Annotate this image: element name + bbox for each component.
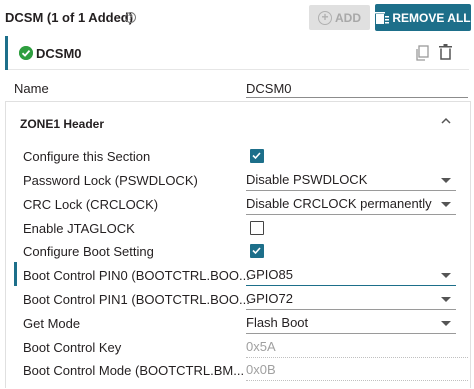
section-title: ZONE1 Header: [20, 117, 105, 131]
boot-pin1-value: GPIO72: [246, 291, 293, 306]
get-mode-label: Get Mode: [23, 316, 81, 331]
boot-pin0-label: Boot Control PIN0 (BOOTCTRL.BOO...: [23, 268, 250, 283]
boot-pin1-select[interactable]: GPIO72: [246, 290, 456, 310]
password-lock-label: Password Lock (PSWDLOCK): [23, 173, 198, 188]
module-header: DCSM (1 of 1 Added) ? + ADD REMOVE ALL: [0, 0, 474, 36]
selection-indicator: [5, 36, 8, 70]
copy-icon[interactable]: [415, 45, 429, 61]
boot-control-key-label: Boot Control Key: [23, 340, 122, 355]
crc-lock-select[interactable]: Disable CRCLOCK permanently: [246, 195, 456, 215]
configure-boot-checkbox[interactable]: [250, 244, 264, 258]
boot-control-mode-field: 0x0B: [246, 361, 468, 381]
get-mode-select[interactable]: Flash Boot: [246, 314, 456, 334]
dropdown-arrow-icon: [441, 321, 451, 326]
help-icon[interactable]: ?: [125, 12, 136, 23]
remove-all-label: REMOVE ALL: [392, 10, 471, 25]
check-circle-icon: [19, 46, 33, 60]
dropdown-arrow-icon: [441, 178, 451, 183]
dropdown-arrow-icon: [441, 297, 451, 302]
crc-lock-value: Disable CRCLOCK permanently: [246, 196, 432, 211]
boot-pin0-value: GPIO85: [246, 267, 293, 282]
delete-icon[interactable]: [439, 44, 452, 60]
boot-pin1-label: Boot Control PIN1 (BOOTCTRL.BOO...: [23, 292, 250, 307]
dropdown-arrow-icon: [441, 202, 451, 207]
dropdown-arrow-icon: [441, 273, 451, 278]
configure-section-checkbox[interactable]: [250, 149, 264, 163]
instance-row[interactable]: DCSM0: [5, 36, 469, 70]
boot-control-mode-value: 0x0B: [246, 362, 276, 377]
boot-control-mode-label: Boot Control Mode (BOOTCTRL.BM...: [23, 363, 245, 378]
boot-control-key-field: 0x5A: [246, 338, 468, 358]
get-mode-value: Flash Boot: [246, 315, 309, 330]
enable-jtaglock-checkbox[interactable]: [250, 221, 264, 235]
password-lock-select[interactable]: Disable PSWDLOCK: [246, 171, 456, 191]
configure-boot-label: Configure Boot Setting: [23, 244, 154, 259]
add-button-label: ADD: [335, 10, 361, 25]
checkmark-icon: [252, 247, 261, 255]
module-title: DCSM (1 of 1 Added): [5, 10, 134, 25]
boot-control-key-value: 0x5A: [246, 339, 276, 354]
boot-pin0-select[interactable]: GPIO85: [246, 266, 456, 286]
plus-circle-icon: +: [318, 10, 332, 25]
enable-jtaglock-label: Enable JTAGLOCK: [23, 221, 135, 236]
name-input[interactable]: DCSM0: [246, 81, 468, 98]
instance-name: DCSM0: [36, 46, 82, 61]
remove-all-button[interactable]: REMOVE ALL: [375, 4, 471, 31]
crc-lock-label: CRC Lock (CRCLOCK): [23, 197, 159, 212]
configure-section-label: Configure this Section: [23, 149, 151, 164]
remove-all-icon: [375, 11, 390, 24]
name-label: Name: [14, 81, 49, 96]
checkmark-icon: [252, 152, 261, 160]
chevron-up-icon[interactable]: [441, 117, 451, 125]
add-button[interactable]: + ADD: [309, 5, 370, 30]
password-lock-value: Disable PSWDLOCK: [246, 172, 368, 187]
focus-indicator: [14, 262, 17, 286]
